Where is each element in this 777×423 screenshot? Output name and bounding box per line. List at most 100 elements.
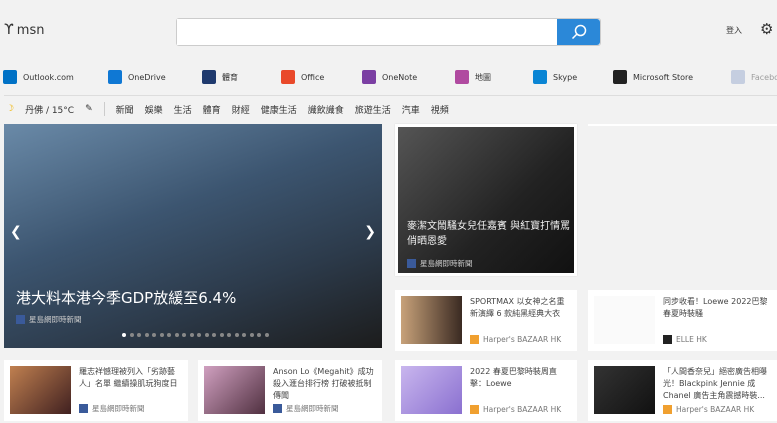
source-logo-icon	[16, 315, 25, 324]
divider	[103, 102, 105, 116]
source-logo-icon	[663, 335, 672, 344]
quick-link-outlook[interactable]: Outlook.com	[3, 70, 74, 84]
source-logo-icon	[663, 405, 672, 414]
news-thumbnail	[10, 366, 71, 414]
nav-bar: ☽ 丹佛 / 15°C ✎ 新聞 娛樂 生活 體育 財經 健康生活 識飲識食 旅遊生活 汽車 視頻	[6, 102, 449, 116]
carousel-dot[interactable]	[144, 333, 149, 337]
news-title[interactable]: SPORTMAX 以女神之名重新演繹 6 款純黑經典大衣	[470, 296, 571, 320]
office-icon	[281, 70, 295, 84]
news-thumbnail	[594, 366, 655, 414]
onedrive-icon	[108, 70, 122, 84]
settings-gear-icon[interactable]: ⚙	[760, 20, 773, 38]
news-thumbnail	[401, 296, 462, 344]
carousel-dot[interactable]	[174, 333, 179, 337]
nav-item[interactable]: 視頻	[431, 103, 449, 116]
news-card[interactable]: SPORTMAX 以女神之名重新演繹 6 款純黑經典大衣 Harper's BAZ…	[395, 290, 577, 351]
carousel-dot[interactable]	[167, 333, 171, 337]
carousel-dot[interactable]	[197, 333, 201, 337]
source-logo-icon	[273, 404, 282, 413]
nav-item[interactable]: 體育	[203, 103, 221, 116]
hero-title[interactable]: 港大料本港今季GDP放緩至6.4%	[16, 287, 236, 308]
carousel-dot[interactable]	[159, 333, 164, 337]
source-logo-icon	[470, 405, 479, 414]
news-card[interactable]: 同步收看！Loewe 2022巴黎春夏時裝騷 ELLE HK	[588, 290, 777, 351]
nav-item[interactable]: 識飲識食	[308, 103, 344, 116]
sports-icon	[202, 70, 216, 84]
news-title[interactable]: 2022 春夏巴黎時裝周直擊：Loewe	[470, 366, 571, 390]
sign-in-link[interactable]: 登入	[726, 25, 742, 36]
carousel-dot[interactable]	[129, 333, 134, 337]
divider	[588, 124, 777, 126]
search-icon	[571, 24, 586, 40]
news-title[interactable]: Anson Lo《Megahit》成功殺入滙台排行榜 打破被抵制傳聞	[273, 366, 376, 402]
hero-carousel[interactable]: ❮ ❯ 港大料本港今季GDP放緩至6.4% 星島網即時新聞	[4, 124, 382, 348]
news-title[interactable]: 同步收看！Loewe 2022巴黎春夏時裝騷	[663, 296, 771, 320]
news-title[interactable]: 「人間香奈兒」絕密廣告相曝光！Blackpink Jennie 成Chanel …	[663, 366, 771, 402]
weather-location[interactable]: 丹佛 / 15°C	[25, 103, 74, 116]
source-logo-icon	[79, 404, 88, 413]
quick-link-maps[interactable]: 地圖	[455, 70, 491, 84]
news-card[interactable]: Anson Lo《Megahit》成功殺入滙台排行榜 打破被抵制傳聞 星島網即時新…	[198, 360, 382, 421]
nav-item[interactable]: 娛樂	[145, 103, 163, 116]
carousel-dot[interactable]	[234, 333, 239, 337]
news-thumbnail	[401, 366, 462, 414]
hero-source: 星島網即時新聞	[16, 314, 82, 325]
news-title[interactable]: 羅志祥憾理被列入「劣跡藝人」名單 繼續操肌玩狗度日	[79, 366, 182, 390]
chevron-left-icon[interactable]: ❮	[10, 224, 22, 240]
news-thumbnail	[594, 296, 655, 344]
quick-link-sports[interactable]: 體育	[202, 70, 238, 84]
feature-source: 星島網即時新聞	[407, 258, 473, 269]
carousel-dot[interactable]	[219, 333, 224, 337]
carousel-dot[interactable]	[189, 333, 194, 337]
carousel-dot[interactable]	[122, 333, 126, 337]
carousel-dot[interactable]	[264, 333, 269, 337]
search-bar	[176, 18, 601, 46]
feature-title: 麥潔文鬧騷女兒任嘉賓 與紅寶打情罵俏晒恩愛	[407, 221, 571, 247]
moon-icon: ☽	[6, 104, 15, 114]
quick-link-onenote[interactable]: OneNote	[362, 70, 417, 84]
news-source: ELLE HK	[663, 335, 771, 344]
search-button[interactable]	[557, 19, 600, 45]
carousel-dot[interactable]	[242, 333, 246, 337]
chevron-right-icon[interactable]: ❯	[364, 224, 376, 240]
skype-icon	[533, 70, 547, 84]
edit-pencil-icon[interactable]: ✎	[85, 104, 93, 114]
carousel-dot[interactable]	[152, 333, 156, 337]
carousel-dot[interactable]	[204, 333, 209, 337]
news-source: Harper's BAZAAR HK	[663, 405, 771, 414]
maps-icon	[455, 70, 469, 84]
store-icon	[613, 70, 627, 84]
quick-link-facebook[interactable]: Facebook	[731, 70, 777, 84]
nav-item[interactable]: 新聞	[116, 103, 134, 116]
search-input[interactable]	[177, 19, 557, 45]
news-thumbnail	[204, 366, 265, 414]
onenote-icon	[362, 70, 376, 84]
news-card[interactable]: 「人間香奈兒」絕密廣告相曝光！Blackpink Jennie 成Chanel …	[588, 360, 777, 421]
source-logo-icon	[407, 259, 416, 268]
quick-link-skype[interactable]: Skype	[533, 70, 577, 84]
news-source: 星島網即時新聞	[79, 403, 182, 414]
news-card[interactable]: 羅志祥憾理被列入「劣跡藝人」名單 繼續操肌玩狗度日星島網即時新聞	[4, 360, 188, 421]
quick-link-office[interactable]: Office	[281, 70, 324, 84]
nav-item[interactable]: 財經	[232, 103, 250, 116]
carousel-dot[interactable]	[137, 333, 141, 337]
carousel-dot[interactable]	[257, 333, 261, 337]
quick-link-store[interactable]: Microsoft Store	[613, 70, 693, 84]
feature-card[interactable]: 麥潔文鬧騷女兒任嘉賓 與紅寶打情罵俏晒恩愛 星島網即時新聞	[395, 124, 577, 276]
nav-item[interactable]: 健康生活	[261, 103, 297, 116]
msn-logo[interactable]: ϒmsn	[4, 22, 44, 38]
nav-item[interactable]: 旅遊生活	[355, 103, 391, 116]
facebook-icon	[731, 70, 745, 84]
quick-link-onedrive[interactable]: OneDrive	[108, 70, 166, 84]
carousel-dot[interactable]	[227, 333, 231, 337]
nav-item[interactable]: 生活	[174, 103, 192, 116]
nav-item[interactable]: 汽車	[402, 103, 420, 116]
news-source: 星島網即時新聞	[273, 403, 376, 414]
news-card[interactable]: 2022 春夏巴黎時裝周直擊：Loewe Harper's BAZAAR HK	[395, 360, 577, 421]
quick-links: Outlook.com OneDrive 體育 Office OneNote 地圖 Skyp…	[0, 70, 777, 88]
butterfly-icon: ϒ	[4, 22, 14, 38]
carousel-dot[interactable]	[249, 333, 254, 337]
carousel-dot[interactable]	[212, 333, 216, 337]
divider	[4, 95, 777, 96]
carousel-dot[interactable]	[182, 333, 186, 337]
